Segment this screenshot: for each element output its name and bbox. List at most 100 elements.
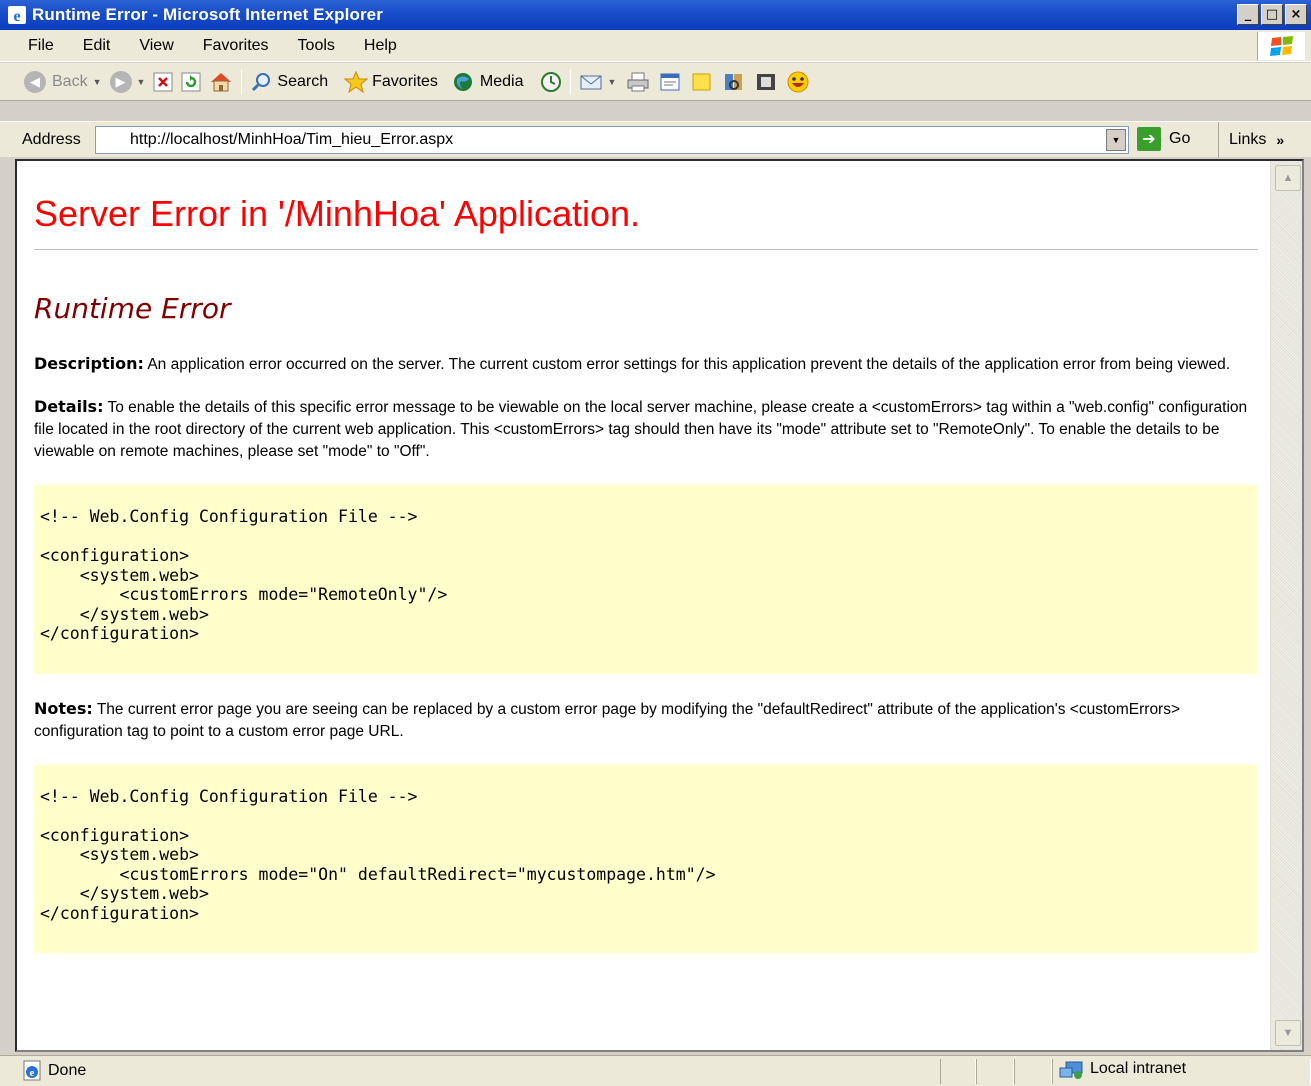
status-bar: e Done Local intranet	[0, 1055, 1311, 1086]
media-icon	[453, 72, 472, 91]
note-icon	[692, 73, 711, 90]
page-subtitle: Runtime Error	[34, 292, 231, 325]
code-line: </configuration>	[40, 903, 199, 923]
code-line: <system.web>	[40, 565, 199, 585]
status-text: Done	[48, 1062, 87, 1079]
error-page: Server Error in '/MinhHoa' Application. …	[34, 161, 1258, 953]
messenger-button[interactable]	[750, 66, 782, 98]
menu-tools[interactable]: Tools	[282, 37, 348, 55]
ie-logo-icon: e	[8, 6, 26, 25]
minimize-button[interactable]: _	[1237, 4, 1259, 25]
emoticon-button[interactable]	[782, 66, 814, 98]
notes-paragraph: Notes: The current error page you are se…	[34, 698, 1258, 743]
details-paragraph: Details: To enable the details of this s…	[34, 396, 1258, 463]
back-arrow-icon: ◀	[24, 70, 46, 93]
back-button[interactable]: ◀ Back ▼	[20, 66, 106, 98]
code-line: </system.web>	[40, 604, 209, 624]
description-label: Description:	[34, 354, 144, 373]
menu-view[interactable]: View	[123, 37, 186, 55]
forward-arrow-icon: ▶	[109, 70, 132, 93]
maximize-button[interactable]: □	[1261, 4, 1283, 25]
search-button[interactable]: Search	[246, 66, 332, 98]
code-block-remote-only: <!-- Web.Config Configuration File --> <c…	[34, 485, 1258, 674]
window-title: Runtime Error - Microsoft Internet Explo…	[32, 5, 383, 24]
edit-page-icon	[660, 73, 680, 90]
go-button[interactable]: ➔ Go	[1137, 127, 1190, 151]
stop-button[interactable]	[149, 66, 177, 98]
home-button[interactable]	[205, 66, 237, 98]
code-line: </system.web>	[40, 884, 209, 903]
description-text: An application error occurred on the ser…	[143, 356, 1231, 373]
favorites-star-icon	[344, 70, 369, 93]
toolbar-separator	[241, 68, 243, 95]
print-icon	[627, 72, 649, 91]
research-button[interactable]	[718, 66, 750, 98]
mail-button[interactable]: ▼	[575, 66, 621, 98]
details-label: Details:	[34, 397, 104, 416]
close-button[interactable]: ×	[1285, 4, 1307, 25]
intranet-icon	[1059, 1061, 1083, 1079]
mail-icon	[580, 75, 601, 89]
chevron-right-icon[interactable]: »	[1276, 132, 1284, 148]
forward-dropdown-icon[interactable]: ▼	[137, 77, 146, 87]
links-toolbar[interactable]: Links »	[1218, 122, 1284, 158]
notes-label: Notes:	[34, 698, 93, 718]
menu-help[interactable]: Help	[348, 37, 410, 55]
svg-text:e: e	[30, 1067, 35, 1079]
research-icon	[725, 73, 743, 90]
address-label: Address	[22, 130, 81, 148]
vertical-scrollbar[interactable]: ▲ ▼	[1270, 161, 1302, 1050]
menu-favorites[interactable]: Favorites	[187, 37, 282, 55]
discuss-button[interactable]	[686, 66, 718, 98]
edit-button[interactable]	[654, 66, 686, 98]
browser-content: Server Error in '/MinhHoa' Application. …	[15, 159, 1304, 1052]
security-zone: Local intranet	[1059, 1060, 1186, 1079]
code-block-custom-page: <!-- Web.Config Configuration File --> <c…	[34, 764, 1258, 953]
status-panel	[940, 1059, 976, 1084]
page-title: Server Error in '/MinhHoa' Application.	[34, 193, 1258, 250]
print-button[interactable]	[622, 66, 654, 98]
address-bar: Address http://localhost/MinhHoa/Tim_hie…	[0, 121, 1311, 158]
scroll-up-icon[interactable]: ▲	[1275, 165, 1301, 191]
go-arrow-icon: ➔	[1137, 127, 1161, 151]
status-panel	[1014, 1059, 1052, 1084]
favorites-button[interactable]: Favorites	[340, 66, 442, 98]
code-comment: <!-- Web.Config Configuration File -->	[40, 786, 418, 806]
svg-text:e: e	[13, 8, 20, 24]
notes-text: The current error page you are seeing ca…	[34, 700, 1181, 740]
code-comment: <!-- Web.Config Configuration File -->	[40, 507, 418, 526]
smiley-icon	[787, 71, 809, 92]
refresh-button[interactable]	[177, 66, 205, 98]
address-url: http://localhost/MinhHoa/Tim_hieu_Error.…	[130, 131, 454, 148]
title-bar: e Runtime Error - Microsoft Internet Exp…	[0, 0, 1311, 30]
back-dropdown-icon[interactable]: ▼	[93, 77, 102, 87]
home-icon	[211, 72, 232, 91]
media-button[interactable]: Media	[448, 66, 528, 98]
refresh-icon	[181, 72, 201, 91]
forward-button[interactable]: ▶ ▼	[106, 66, 150, 98]
code-line: <configuration>	[40, 825, 190, 845]
code-line: <customErrors mode="RemoteOnly"/>	[40, 585, 448, 604]
code-line: </configuration>	[40, 624, 199, 643]
code-line: <configuration>	[40, 546, 190, 565]
search-icon	[252, 72, 271, 91]
toolbar-separator	[569, 68, 571, 95]
windows-logo-icon	[1257, 32, 1305, 60]
film-icon	[757, 73, 776, 90]
code-line: <customErrors mode="On" defaultRedirect=…	[40, 864, 716, 884]
menu-file[interactable]: File	[0, 37, 67, 55]
stop-icon	[153, 72, 173, 91]
status-panel	[976, 1059, 1014, 1084]
scroll-down-icon[interactable]: ▼	[1275, 1020, 1301, 1046]
menu-bar: File Edit View Favorites Tools Help	[0, 30, 1311, 62]
page-done-icon: e	[23, 1060, 41, 1081]
code-line: <system.web>	[40, 845, 199, 864]
address-dropdown-icon[interactable]: ▼	[1106, 129, 1126, 151]
history-icon	[540, 71, 561, 92]
history-button[interactable]	[536, 66, 566, 98]
menu-edit[interactable]: Edit	[67, 37, 124, 55]
address-input[interactable]: http://localhost/MinhHoa/Tim_hieu_Error.…	[95, 126, 1129, 154]
mail-dropdown-icon[interactable]: ▼	[608, 77, 617, 87]
details-text: To enable the details of this specific e…	[34, 399, 1248, 460]
standard-toolbar: ◀ Back ▼ ▶ ▼ Search Favorites Media ▼	[0, 63, 1311, 101]
